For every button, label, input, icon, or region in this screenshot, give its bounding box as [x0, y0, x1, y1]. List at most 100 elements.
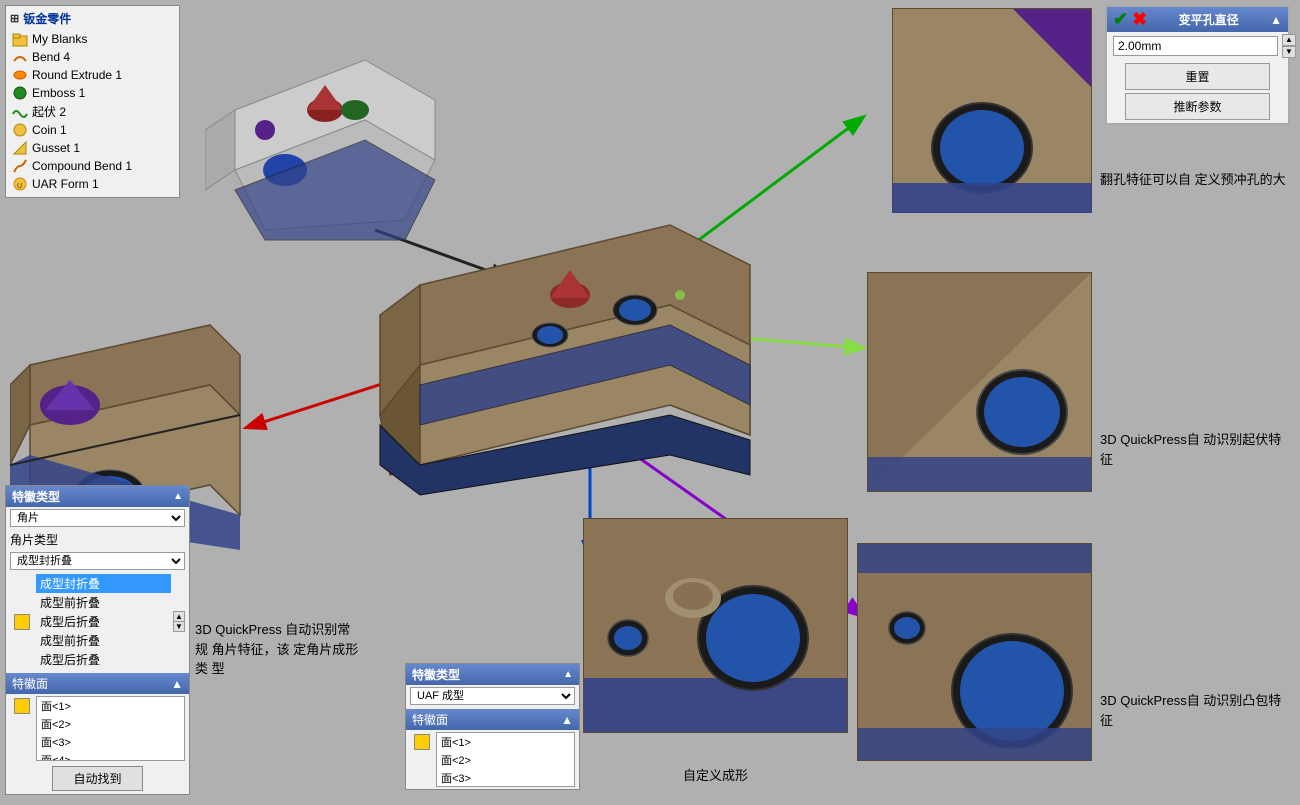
feature-panel-section2-title: 特徽面 [12, 675, 48, 692]
tree-item-my-blanks[interactable]: My Blanks [10, 30, 175, 48]
center-face-item[interactable]: 面<3> [437, 769, 574, 787]
diameter-collapse[interactable]: ▲ [1270, 13, 1282, 27]
tree-item-bend4[interactable]: Bend 4 [10, 48, 175, 66]
model-rightmid-svg [867, 272, 1092, 492]
feature-panel-left: 特徽类型 ▲ 角片 角片类型 成型封折叠 成型前折叠 成型后折叠 成型封折叠 成… [5, 485, 190, 795]
feature-type-select-left[interactable]: 角片 [10, 509, 185, 527]
annotation-corner: 3D QuickPress 自动识别常规 角片特征，该 定角片成形类 型 [195, 620, 360, 679]
feature-panel-center-header: 特徽类型 ▲ [406, 664, 579, 685]
cancel-button[interactable]: ✖ [1132, 9, 1147, 30]
feature-type-select-center[interactable]: UAF 成型 [410, 687, 575, 705]
section2-collapse[interactable]: ▲ [171, 677, 183, 691]
quickpress-bump-text: 3D QuickPress自 动识别凸包特征 [1100, 693, 1281, 728]
model-main [370, 185, 770, 505]
feature-panel-left-row3: 成型封折叠 成型前折叠 成型后折叠 [6, 550, 189, 572]
feature-panel-center-title: 特徽类型 [412, 666, 460, 683]
coin-icon [12, 122, 28, 138]
tree-title-label: 钣金零件 [23, 10, 71, 27]
custom-form-text: 自定义成形 [683, 768, 748, 783]
tree-item-label: Round Extrude 1 [32, 68, 122, 82]
tree-item-label: 起伏 2 [32, 103, 66, 120]
diameter-panel: ✔ ✖ 变平孔直径 ▲ ▲ ▼ 重置 推断参数 [1105, 5, 1290, 125]
tree-item-coin1[interactable]: Coin 1 [10, 121, 175, 139]
diameter-panel-title: 变平孔直径 [1179, 11, 1239, 28]
spinner-up[interactable]: ▲ [1282, 34, 1296, 46]
folder-icon [12, 31, 28, 47]
tree-item-label: Gusset 1 [32, 141, 80, 155]
model-centerbot [583, 518, 848, 733]
feature-panel-left-header: 特徽类型 ▲ [6, 486, 189, 507]
feature-panel-left-section2: 特徽面 ▲ [6, 673, 189, 694]
ok-button[interactable]: ✔ [1113, 9, 1128, 30]
auto-find-button[interactable]: 自动找到 [52, 766, 142, 791]
scroll-down[interactable]: ▼ [174, 622, 184, 631]
model-main-svg [370, 185, 770, 505]
diameter-input[interactable] [1113, 36, 1278, 56]
tree-item-gusset1[interactable]: Gusset 1 [10, 139, 175, 157]
tree-item-label: Bend 4 [32, 50, 70, 64]
tree-title: ⊞ 钣金零件 [10, 10, 175, 27]
center-section2-collapse[interactable]: ▲ [561, 713, 573, 727]
feature-panel-center-section2: 特徽面 ▲ [406, 709, 579, 730]
tree-item-label: Coin 1 [32, 123, 67, 137]
compound-icon [12, 158, 28, 174]
spinner-down[interactable]: ▼ [1282, 46, 1296, 58]
tree-item-compound-bend1[interactable]: Compound Bend 1 [10, 157, 175, 175]
annotation-quickpress-bump: 3D QuickPress自 动识别凸包特征 [1100, 691, 1290, 730]
model-rightmid [867, 272, 1092, 492]
face-listbox-item[interactable]: 面<1> [37, 697, 184, 715]
estimate-button[interactable]: 推断参数 [1125, 93, 1270, 120]
face-listbox-item[interactable]: 面<3> [37, 733, 184, 751]
listbox-item[interactable]: 成型前折叠 [36, 631, 171, 650]
model-topright-svg [892, 8, 1092, 213]
emboss-icon [12, 85, 28, 101]
corner-type-label: 角片类型 [10, 531, 58, 548]
face-listbox-item[interactable]: 面<2> [37, 715, 184, 733]
model-rightbot-svg [857, 543, 1092, 761]
tree-item-label: UAR Form 1 [32, 177, 99, 191]
svg-text:U: U [17, 183, 22, 190]
listbox-item[interactable]: 成型后折叠 [36, 650, 171, 669]
model-centerbot-svg [583, 518, 848, 733]
tree-item-label: My Blanks [32, 32, 87, 46]
panel-icon2 [14, 698, 30, 714]
model-rightbot [857, 543, 1092, 761]
corner-type-select[interactable]: 成型封折叠 成型前折叠 成型后折叠 [10, 552, 185, 570]
flip-hole-text: 翻孔特征可以自 定义预冲孔的大 [1100, 172, 1286, 187]
feature-panel-center-collapse[interactable]: ▲ [563, 669, 573, 680]
center-face-item[interactable]: 面<1> [437, 733, 574, 751]
tree-item-round-extrude1[interactable]: Round Extrude 1 [10, 66, 175, 84]
panel-icon3 [414, 734, 430, 750]
tree-item-uaf-form1[interactable]: U UAR Form 1 [10, 175, 175, 193]
uaf-icon: U [12, 176, 28, 192]
tree-item-label: Emboss 1 [32, 86, 85, 100]
annotation-flip-hole: 翻孔特征可以自 定义预冲孔的大 [1100, 170, 1290, 190]
tree-item-label: Compound Bend 1 [32, 159, 132, 173]
diameter-panel-header: ✔ ✖ 变平孔直径 ▲ [1107, 7, 1288, 32]
annotation-custom-form: 自定义成形 [583, 766, 848, 786]
scroll-up[interactable]: ▲ [174, 612, 184, 622]
listbox-item[interactable]: 成型后折叠 [36, 612, 171, 631]
tree-panel: ⊞ 钣金零件 My Blanks Bend 4 Round Extrude 1 … [5, 5, 180, 198]
face-listbox-item[interactable]: 面<4> [37, 751, 184, 761]
tree-item-emboss1[interactable]: Emboss 1 [10, 84, 175, 102]
listbox-item-active[interactable]: 成型封折叠 [36, 574, 171, 593]
feature-panel-left-collapse[interactable]: ▲ [173, 491, 183, 502]
wave-icon [12, 104, 28, 120]
extrude-icon [12, 67, 28, 83]
feature-panel-left-row1: 角片 [6, 507, 189, 529]
bend-icon [12, 49, 28, 65]
annotation-quickpress-qifu: 3D QuickPress自 动识别起伏特征 [1100, 430, 1290, 469]
feature-panel-center-row1: UAF 成型 [406, 685, 579, 707]
model-topright [892, 8, 1092, 213]
reset-button[interactable]: 重置 [1125, 63, 1270, 90]
gusset-icon [12, 140, 28, 156]
panel-icon [14, 614, 30, 630]
quickpress-qifu-text: 3D QuickPress自 动识别起伏特征 [1100, 432, 1281, 467]
diameter-input-row: ▲ ▼ [1107, 32, 1288, 60]
center-face-item[interactable]: 面<2> [437, 751, 574, 769]
feature-panel-center: 特徽类型 ▲ UAF 成型 特徽面 ▲ 面<1> 面<2> 面<3> [405, 663, 580, 790]
listbox-item[interactable]: 成型前折叠 [36, 593, 171, 612]
tree-item-qifu2[interactable]: 起伏 2 [10, 102, 175, 121]
feature-panel-left-title: 特徽类型 [12, 488, 60, 505]
